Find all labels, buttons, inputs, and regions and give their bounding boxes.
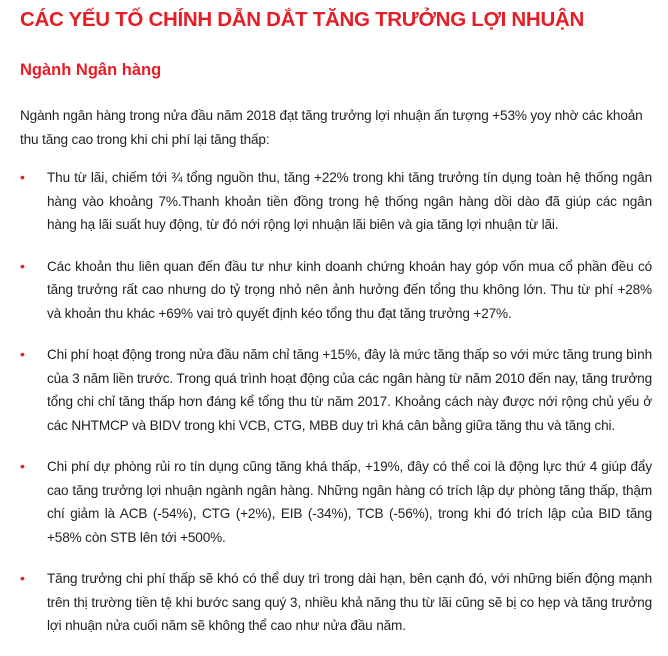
page-title: CÁC YẾU TỐ CHÍNH DẪN DẮT TĂNG TRƯỞNG LỢI… [20, 8, 584, 31]
bullet-text: Thu từ lãi, chiếm tới ¾ tổng nguồn thu, … [47, 170, 652, 232]
bullet-icon: • [20, 257, 25, 274]
bullet-item-investment-income: • Các khoản thu liên quan đến đầu tư như… [20, 255, 652, 326]
bullet-item-outlook: • Tăng trưởng chi phí thấp sẽ khó có thể… [20, 567, 652, 638]
bullet-item-interest-income: • Thu từ lãi, chiếm tới ¾ tổng nguồn thu… [20, 166, 652, 237]
bullet-icon: • [20, 570, 25, 586]
section-heading: Ngành Ngân hàng [20, 61, 162, 79]
bullet-list: • Thu từ lãi, chiếm tới ¾ tổng nguồn thu… [20, 166, 652, 656]
bullet-item-provisioning: • Chi phí dự phòng rủi ro tín dụng cũng … [20, 455, 652, 549]
bullet-icon: • [20, 458, 25, 474]
bullet-text: Chi phí dự phòng rủi ro tín dụng cũng tă… [47, 459, 652, 545]
bullet-icon: • [20, 169, 25, 185]
bullet-text: Tăng trưởng chi phí thấp sẽ khó có thể d… [47, 571, 652, 633]
bullet-item-operating-cost: • Chi phí hoạt động trong nửa đầu năm ch… [20, 343, 652, 437]
bullet-text: Chi phí hoạt động trong nửa đầu năm chỉ … [47, 347, 652, 433]
bullet-icon: • [20, 346, 25, 362]
bullet-text: Các khoản thu liên quan đến đầu tư như k… [47, 258, 652, 321]
intro-paragraph: Ngành ngân hàng trong nửa đầu năm 2018 đ… [20, 108, 643, 147]
